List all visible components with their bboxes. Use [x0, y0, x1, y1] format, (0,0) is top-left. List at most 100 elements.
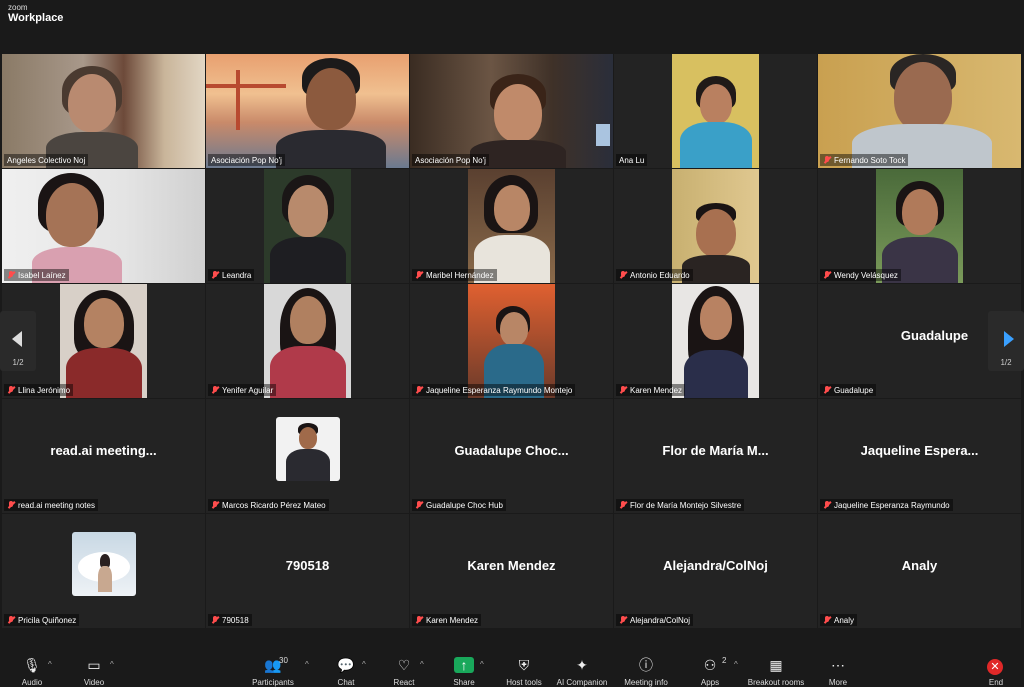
- page-indicator: 1/2: [12, 358, 24, 367]
- video-feed: [672, 169, 759, 283]
- chat-icon: 💬: [337, 657, 355, 673]
- participant-tile[interactable]: Marcos Ricardo Pérez Mateo: [206, 399, 409, 513]
- participant-name: Alejandra/ColNoj: [616, 614, 694, 626]
- participant-tile[interactable]: Antonio Eduardo: [614, 169, 817, 283]
- microphone-icon: 🎙: [23, 657, 41, 673]
- close-icon[interactable]: ✕: [987, 659, 1003, 675]
- chevron-up-icon[interactable]: ^: [420, 660, 424, 669]
- participant-name: Wendy Velásquez: [820, 269, 901, 281]
- video-feed: [672, 284, 759, 398]
- participants-button[interactable]: 👥 30 ^ Participants: [245, 652, 309, 687]
- participant-tile[interactable]: 790518 790518: [206, 514, 409, 628]
- participant-display-name: Karen Mendez: [467, 558, 556, 573]
- participant-tile[interactable]: Wendy Velásquez: [818, 169, 1021, 283]
- participant-name: Angeles Colectivo Noj: [4, 154, 89, 166]
- video-feed: [876, 169, 963, 283]
- info-icon: ⓘ: [639, 657, 653, 673]
- audio-button[interactable]: 🎙 ^ Audio: [4, 652, 60, 687]
- more-button[interactable]: ⋯ More: [810, 652, 866, 687]
- participant-name: Maribel Hernández: [412, 269, 497, 281]
- arrow-right-icon: [1004, 331, 1014, 347]
- chevron-up-icon[interactable]: ^: [734, 660, 738, 669]
- participant-name: Asociación Pop No'j: [412, 154, 489, 166]
- mic-muted-icon: [823, 616, 831, 624]
- participant-tile[interactable]: Fernando Soto Tock: [818, 54, 1021, 168]
- participant-tile[interactable]: Leandra: [206, 169, 409, 283]
- mic-muted-icon: [7, 386, 15, 394]
- participant-tile[interactable]: Ana Lu: [614, 54, 817, 168]
- apps-count: 2: [722, 656, 727, 665]
- mic-muted-icon: [211, 616, 219, 624]
- mic-muted-icon: [211, 386, 219, 394]
- camera-icon: ▭: [87, 657, 101, 673]
- mic-muted-icon: [415, 386, 423, 394]
- participant-tile[interactable]: Alejandra/ColNoj Alejandra/ColNoj: [614, 514, 817, 628]
- participant-tile[interactable]: Jaqueline Esperanza Raymundo Montejo: [410, 284, 613, 398]
- arrow-left-icon: [12, 331, 22, 347]
- mic-muted-icon: [619, 271, 627, 279]
- profile-picture: [276, 417, 340, 481]
- participant-display-name: Analy: [901, 558, 938, 573]
- participant-display-name: Flor de María M...: [662, 443, 769, 458]
- mic-muted-icon: [211, 271, 219, 279]
- participant-display-name: 790518: [285, 558, 330, 573]
- react-button[interactable]: ♡ ^ React: [376, 652, 432, 687]
- mic-muted-icon: [211, 501, 219, 509]
- zoom-logo: zoom Workplace: [8, 4, 63, 24]
- participant-name: read.ai meeting notes: [4, 499, 98, 511]
- chevron-up-icon[interactable]: ^: [110, 660, 114, 669]
- mic-muted-icon: [823, 271, 831, 279]
- mic-muted-icon: [7, 501, 15, 509]
- participant-tile[interactable]: Asociación Pop No'j: [410, 54, 613, 168]
- participant-tile[interactable]: Karen Mendez Karen Mendez: [410, 514, 613, 628]
- participant-display-name: read.ai meeting...: [50, 443, 157, 458]
- participant-tile[interactable]: Flor de María M... Flor de María Montejo…: [614, 399, 817, 513]
- participant-name: Guadalupe Choc Hub: [412, 499, 506, 511]
- participant-tile[interactable]: read.ai meeting... read.ai meeting notes: [2, 399, 205, 513]
- participant-tile[interactable]: Jaqueline Espera... Jaqueline Esperanza …: [818, 399, 1021, 513]
- previous-page-button[interactable]: 1/2: [0, 311, 36, 371]
- meeting-toolbar: 🎙 ^ Audio ▭ ^ Video 👥 30 ^ Participants …: [0, 652, 1024, 687]
- video-feed: [206, 54, 409, 168]
- video-feed: [2, 169, 205, 283]
- mic-muted-icon: [415, 501, 423, 509]
- chevron-up-icon[interactable]: ^: [305, 660, 309, 669]
- mic-muted-icon: [415, 271, 423, 279]
- participant-tile[interactable]: Analy Analy: [818, 514, 1021, 628]
- participant-tile[interactable]: Maribel Hernández: [410, 169, 613, 283]
- sparkle-icon: ✦: [576, 657, 588, 673]
- share-screen-icon: ↑: [454, 657, 474, 673]
- next-page-button[interactable]: 1/2: [988, 311, 1024, 371]
- participant-display-name: Jaqueline Espera...: [860, 443, 979, 458]
- chevron-up-icon[interactable]: ^: [48, 660, 52, 669]
- chevron-up-icon[interactable]: ^: [480, 660, 484, 669]
- apps-button[interactable]: ⚇ 2 ^ Apps: [682, 652, 738, 687]
- more-icon: ⋯: [831, 657, 845, 673]
- host-tools-button[interactable]: ⛨ Host tools: [496, 652, 552, 687]
- participant-name: Karen Mendez: [412, 614, 482, 626]
- shield-icon: ⛨: [518, 657, 530, 673]
- share-button[interactable]: ↑ ^ Share: [436, 652, 492, 687]
- participant-tile[interactable]: Angeles Colectivo Noj: [2, 54, 205, 168]
- participant-tile[interactable]: Pricila Quiñonez: [2, 514, 205, 628]
- breakout-rooms-button[interactable]: ▦ Breakout rooms: [748, 652, 804, 687]
- video-feed: [410, 54, 613, 168]
- mic-muted-icon: [619, 616, 627, 624]
- grid-icon: ▦: [769, 657, 783, 673]
- participant-tile[interactable]: Guadalupe Choc... Guadalupe Choc Hub: [410, 399, 613, 513]
- apps-icon: ⚇: [703, 657, 717, 673]
- participant-name: 790518: [208, 614, 252, 626]
- participant-tile[interactable]: Karen Mendez: [614, 284, 817, 398]
- video-feed: [672, 54, 759, 168]
- participant-name: Yenifer Aguilar: [208, 384, 277, 396]
- mic-muted-icon: [415, 616, 423, 624]
- video-button[interactable]: ▭ ^ Video: [66, 652, 122, 687]
- chat-button[interactable]: 💬 ^ Chat: [318, 652, 374, 687]
- participant-tile-active[interactable]: Asociación Pop No'j: [206, 54, 409, 168]
- participant-tile[interactable]: Yenifer Aguilar: [206, 284, 409, 398]
- ai-companion-button[interactable]: ✦ AI Companion: [554, 652, 610, 687]
- chevron-up-icon[interactable]: ^: [362, 660, 366, 669]
- meeting-info-button[interactable]: ⓘ Meeting info: [618, 652, 674, 687]
- participant-name: Fernando Soto Tock: [820, 154, 909, 166]
- participant-tile[interactable]: Isabel Laínez: [2, 169, 205, 283]
